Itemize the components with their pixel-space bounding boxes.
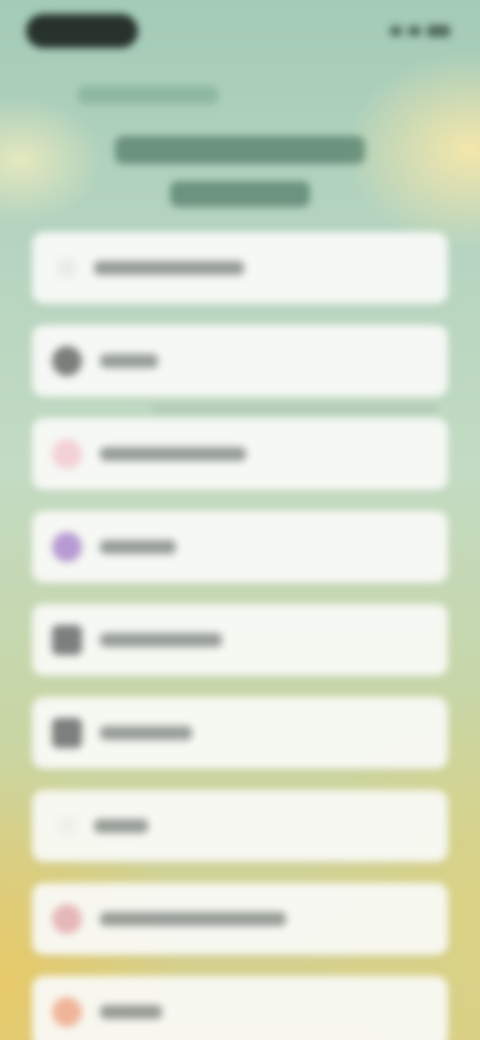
list-item[interactable]: [32, 790, 448, 862]
wifi-icon: [408, 26, 421, 36]
orange-circle-icon: [52, 997, 82, 1027]
list-item[interactable]: [32, 976, 448, 1040]
divider: [152, 407, 438, 411]
chevron-icon: [58, 259, 76, 277]
status-pill: [26, 14, 138, 48]
list-item[interactable]: [32, 232, 448, 304]
blank-icon: [58, 817, 76, 835]
list-item[interactable]: [32, 511, 448, 583]
battery-icon: [426, 25, 450, 37]
status-bar: [0, 0, 480, 60]
list-item-label: [94, 261, 244, 275]
signal-icon: [390, 26, 403, 36]
list-item[interactable]: [32, 604, 448, 676]
page-title-line-2: [170, 181, 310, 207]
page-title-line-1: [115, 136, 365, 164]
purple-circle-icon: [52, 532, 82, 562]
page-title: [0, 136, 480, 212]
list-item-label: [100, 1005, 162, 1019]
pink-circle-icon: [52, 904, 82, 934]
heart-icon: [52, 439, 82, 469]
list-item-label: [100, 354, 158, 368]
gray-square-icon: [52, 625, 82, 655]
list-item-label: [100, 447, 246, 461]
status-icons: [390, 22, 450, 40]
list-item[interactable]: [32, 883, 448, 955]
list-item[interactable]: [32, 697, 448, 769]
header-caption: [78, 86, 218, 104]
list-item[interactable]: [32, 325, 448, 397]
list-item-label: [100, 912, 286, 926]
list-item[interactable]: [32, 407, 448, 490]
list-item-label: [100, 726, 192, 740]
gray-square-icon: [52, 718, 82, 748]
list-item-label: [100, 633, 222, 647]
blurred-screen: [0, 0, 480, 1040]
list-item-label: [94, 819, 148, 833]
options-list: [32, 232, 448, 1040]
list-item-label: [100, 540, 176, 554]
gray-circle-icon: [52, 346, 82, 376]
